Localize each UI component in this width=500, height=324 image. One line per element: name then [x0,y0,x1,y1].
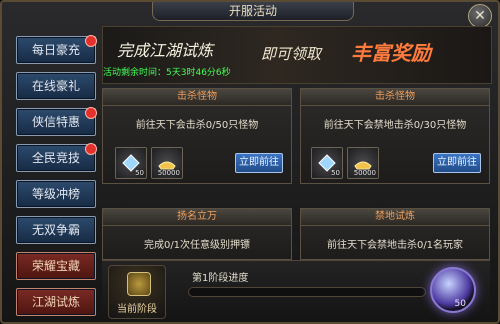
reward-count: 50 [331,169,340,177]
sidebar-item-level-ranking[interactable]: 等级冲榜 [16,180,96,208]
sidebar-item-label: 江湖试炼 [31,295,80,309]
sidebar-item-label: 每日豪充 [31,43,80,57]
event-banner: 完成江湖试炼 即可领取 丰富奖励 活动剩余时间：5天3时46分6秒 [102,26,492,84]
card-header: 击杀怪物 [103,89,291,106]
sidebar-item-competition[interactable]: 全民竞技 [16,143,97,172]
close-button[interactable]: ✕ [468,4,492,28]
notification-dot-icon [85,35,97,47]
event-timer: 活动剩余时间：5天3时46分6秒 [103,65,231,78]
sidebar-item-label: 在线豪礼 [31,79,80,93]
current-stage-label: 当前阶段 [117,304,157,315]
sidebar-item-jianghu-trial[interactable]: 江湖试炼 [16,288,96,316]
go-now-button[interactable]: 立即前往 [235,153,283,173]
reward-count: 50000 [353,169,376,177]
banner-line-3: 丰富奖励 [351,41,431,65]
reward-slot[interactable]: 50000 [151,147,183,179]
sidebar-item-label: 侠信特惠 [31,115,80,129]
task-card-famous: 扬名立万 完成0/1次任意级别押镖 [102,208,292,260]
notification-dot-icon [85,143,97,155]
sidebar-item-label: 等级冲榜 [31,187,80,201]
stage-progress-bar [188,287,426,297]
sidebar-item-daily-recharge[interactable]: 每日豪充 [16,35,97,64]
go-now-button[interactable]: 立即前往 [433,153,481,173]
sidebar-item-wushuang[interactable]: 无双争霸 [16,216,96,244]
card-header: 扬名立万 [103,209,291,226]
reward-count: 50 [135,169,144,177]
timer-label: 活动剩余时间： [103,68,167,78]
event-window: 开服活动 ✕ 每日豪充 在线豪礼 侠信特惠 全民竞技 等级冲榜 无双争霸 荣耀宝… [0,0,500,324]
sidebar-item-label: 全民竞技 [31,151,80,165]
card-description: 前往天下会击杀0/50只怪物 [135,120,259,131]
banner-line-2: 即可领取 [261,45,322,63]
stage-progress-panel: 当前阶段 第1阶段进度 50 [102,260,490,321]
card-description: 完成0/1次任意级别押镖 [143,240,251,251]
notification-dot-icon [85,107,97,119]
stage-progress-title: 第1阶段进度 [192,273,249,284]
window-title: 开服活动 [152,2,354,21]
timer-value: 5天3时46分6秒 [166,68,231,78]
stage-reward-orb[interactable] [430,267,476,313]
card-header: 禁地试炼 [301,209,489,226]
sidebar-item-label: 荣耀宝藏 [31,259,80,273]
stage-reward-count: 50 [454,299,466,309]
reward-slot[interactable]: 50000 [347,147,379,179]
close-icon: ✕ [474,8,486,24]
sidebar-item-label: 无双争霸 [31,223,80,237]
task-card-forbidden-trial: 禁地试炼 前往天下会禁地击杀0/1名玩家 [300,208,490,260]
card-description: 前往天下会禁地击杀0/30只怪物 [323,120,467,131]
stage-icon [127,272,151,296]
reward-slot[interactable]: 50 [115,147,147,179]
reward-count: 50000 [157,169,180,177]
card-header: 击杀怪物 [301,89,489,106]
sidebar-item-online-gift[interactable]: 在线豪礼 [16,72,96,100]
current-stage-box: 当前阶段 [108,265,166,319]
card-description: 前往天下会禁地击杀0/1名玩家 [326,240,464,251]
sidebar-item-glory-treasure[interactable]: 荣耀宝藏 [16,252,96,280]
reward-slot[interactable]: 50 [311,147,343,179]
task-card-kill-monsters-2: 击杀怪物 前往天下会禁地击杀0/30只怪物 50 50000 立即前往 [300,88,490,184]
sidebar-item-xiaxin-deal[interactable]: 侠信特惠 [16,107,97,136]
banner-line-1: 完成江湖试炼 [117,41,214,60]
task-card-kill-monsters-1: 击杀怪物 前往天下会击杀0/50只怪物 50 50000 立即前往 [102,88,292,184]
